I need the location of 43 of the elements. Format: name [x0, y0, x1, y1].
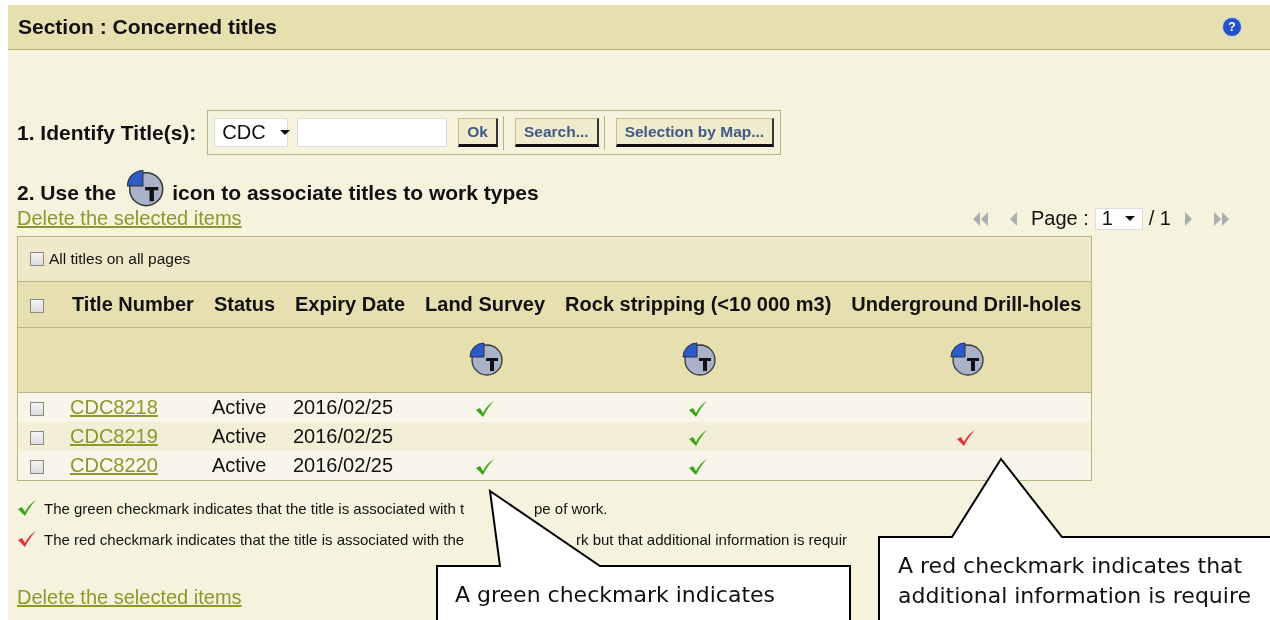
column-header: Underground Drill-holes: [841, 281, 1092, 328]
row-checkbox[interactable]: [30, 430, 44, 445]
instruction-text: icon to associate titles to work types: [172, 181, 539, 205]
column-header: Rock stripping (<10 000 m3): [555, 281, 842, 328]
last-page-icon[interactable]: [1211, 211, 1231, 226]
identify-label: 1. Identify Title(s):: [17, 120, 197, 145]
checkbox[interactable]: [30, 252, 44, 266]
column-header: Land Survey: [415, 281, 556, 328]
page-label: Page :: [1030, 207, 1089, 230]
section-title: Section : Concerned titles: [18, 15, 278, 39]
prefix-dropdown[interactable]: CDC: [214, 118, 289, 147]
column-header: Status: [203, 281, 285, 328]
status-text: Active: [211, 454, 267, 476]
checkbox-label: All titles on all pages: [49, 250, 191, 268]
instruction-text: 2. Use the: [17, 181, 117, 205]
page-dropdown[interactable]: 1: [1094, 207, 1143, 230]
row-checkbox[interactable]: [30, 401, 44, 416]
legend-text: pe of work.: [534, 500, 608, 517]
previous-page-icon[interactable]: [1008, 211, 1019, 226]
expiry-date: 2016/02/25: [293, 425, 394, 447]
page-total: / 1: [1148, 207, 1171, 230]
callout-text: A green checkmark indicates: [455, 581, 775, 609]
expiry-date: 2016/02/25: [293, 396, 394, 418]
next-page-icon[interactable]: [1183, 211, 1193, 226]
status-text: Active: [211, 396, 267, 418]
status-text: Active: [211, 425, 267, 447]
legend-text: rk but that additional information is requir: [576, 531, 847, 548]
checkbox[interactable]: [30, 298, 44, 313]
legend-text: The green checkmark indicates that the title is associated with t: [44, 500, 466, 517]
action-button[interactable]: Search...: [515, 118, 599, 147]
caret-icon: [279, 130, 290, 135]
row-checkbox[interactable]: [30, 459, 44, 474]
column-header: Expiry Date: [285, 281, 416, 328]
caret-icon: [1124, 216, 1135, 221]
expiry-date: 2016/02/25: [293, 454, 394, 476]
callout-text: additional information is require: [898, 582, 1251, 610]
title-input-field[interactable]: [297, 118, 448, 147]
legend-text: The red checkmark indicates that the title is associated with the: [44, 531, 466, 548]
action-button[interactable]: Selection by Map...: [615, 118, 775, 147]
help-icon[interactable]: ?: [1222, 17, 1242, 37]
column-header: Title Number: [62, 281, 204, 328]
callout-text: A red checkmark indicates that: [898, 552, 1244, 580]
action-button[interactable]: Ok: [458, 118, 498, 147]
